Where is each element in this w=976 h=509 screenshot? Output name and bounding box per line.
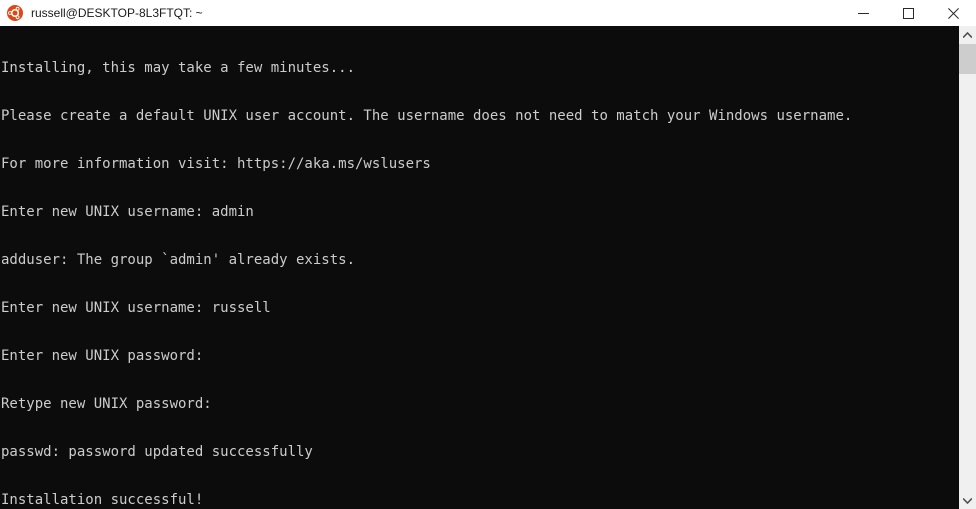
chevron-down-icon bbox=[963, 497, 972, 504]
terminal-output: Installing, this may take a few minutes.… bbox=[0, 28, 852, 509]
window-title: russell@DESKTOP-8L3FTQT: ~ bbox=[31, 6, 203, 20]
minimize-button[interactable] bbox=[841, 0, 886, 26]
vertical-scrollbar[interactable] bbox=[959, 26, 976, 509]
scrollbar-thumb[interactable] bbox=[959, 44, 976, 74]
terminal-line: passwd: password updated successfully bbox=[1, 444, 313, 460]
terminal-line: Installation successful! bbox=[1, 492, 204, 508]
terminal-line: Enter new UNIX username: russell bbox=[1, 300, 271, 316]
scroll-down-button[interactable] bbox=[959, 492, 976, 509]
terminal-screen[interactable]: Installing, this may take a few minutes.… bbox=[0, 26, 959, 509]
ubuntu-logo-icon bbox=[7, 5, 23, 21]
terminal-line: Please create a default UNIX user accoun… bbox=[1, 108, 853, 124]
terminal-window: russell@DESKTOP-8L3FTQT: ~ Installing, t… bbox=[0, 0, 976, 509]
terminal-line: Enter new UNIX username: admin bbox=[1, 204, 254, 220]
scrollbar-track[interactable] bbox=[959, 43, 976, 492]
terminal-line: adduser: The group `admin' already exist… bbox=[1, 252, 356, 268]
chevron-up-icon bbox=[963, 31, 972, 38]
close-icon bbox=[948, 7, 959, 19]
terminal-line: Installing, this may take a few minutes.… bbox=[1, 60, 356, 76]
window-controls bbox=[841, 0, 976, 26]
minimize-icon bbox=[858, 12, 869, 14]
scroll-up-button[interactable] bbox=[959, 26, 976, 43]
terminal-line: Enter new UNIX password: bbox=[1, 348, 204, 364]
terminal-line: For more information visit: https://aka.… bbox=[1, 156, 431, 172]
title-bar[interactable]: russell@DESKTOP-8L3FTQT: ~ bbox=[0, 0, 976, 26]
maximize-button[interactable] bbox=[886, 0, 931, 26]
close-button[interactable] bbox=[931, 0, 976, 26]
maximize-icon bbox=[903, 7, 914, 19]
terminal-line: Retype new UNIX password: bbox=[1, 396, 212, 412]
